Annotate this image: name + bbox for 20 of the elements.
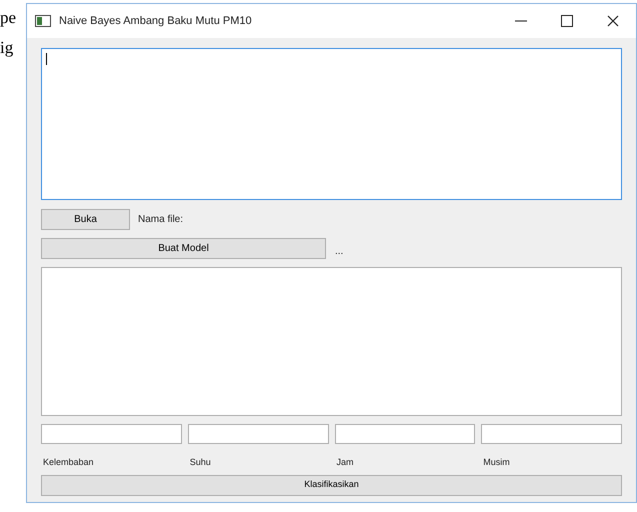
maximize-icon[interactable] bbox=[561, 15, 573, 27]
minimize-icon[interactable] bbox=[515, 20, 527, 22]
app-icon bbox=[35, 15, 51, 27]
field-label: Musim bbox=[482, 456, 511, 469]
open-button[interactable]: Buka bbox=[41, 209, 130, 230]
field-label: Kelembaban bbox=[42, 456, 95, 469]
input-field[interactable] bbox=[188, 424, 328, 444]
document-text: ig bbox=[0, 38, 14, 58]
classify-button[interactable]: Klasifikasikan bbox=[41, 474, 622, 496]
field-label: Jam bbox=[336, 456, 355, 469]
input-field[interactable] bbox=[41, 424, 182, 444]
window-title: Naive Bayes Ambang Baku Mutu PM10 bbox=[59, 14, 253, 29]
file-name-label: Nama file: bbox=[138, 213, 184, 227]
input-field[interactable] bbox=[481, 424, 622, 444]
close-icon[interactable] bbox=[607, 15, 619, 27]
status-text: ... bbox=[335, 245, 344, 259]
build-model-button[interactable]: Buat Model bbox=[41, 238, 326, 259]
input-field[interactable] bbox=[334, 424, 476, 444]
field-label: Suhu bbox=[188, 456, 212, 469]
document-text: pe bbox=[0, 8, 18, 28]
